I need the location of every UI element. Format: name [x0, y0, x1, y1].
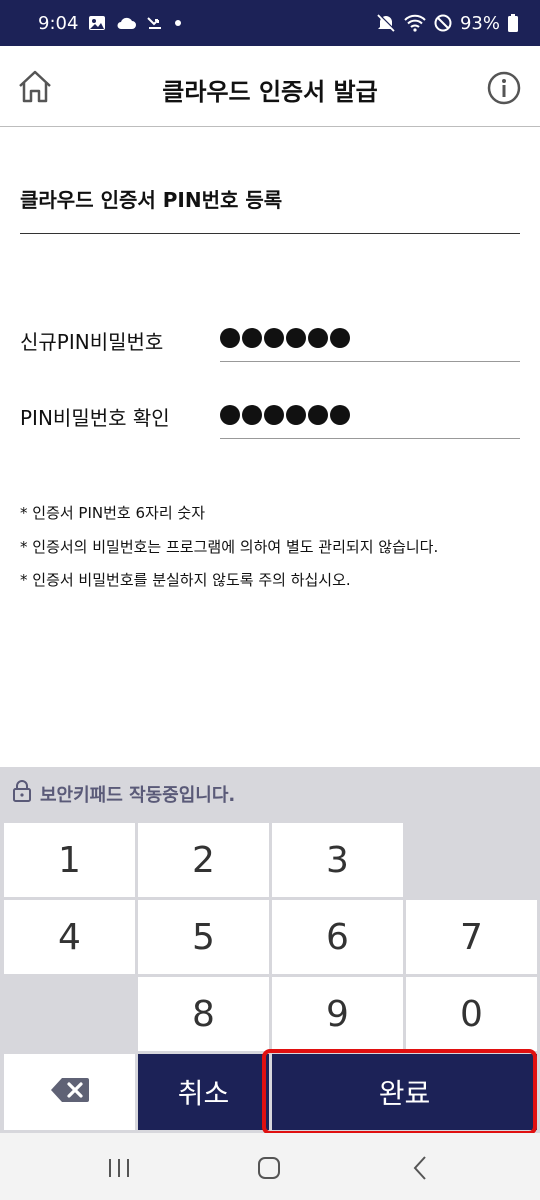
- key-6[interactable]: 6: [272, 900, 403, 974]
- note-item: * 인증서의 비밀번호는 프로그램에 의하여 별도 관리되지 않습니다.: [20, 537, 439, 556]
- confirm-pin-dots: [220, 404, 350, 425]
- pin-dot: [286, 327, 306, 348]
- notes: * 인증서 PIN번호 6자리 숫자 * 인증서의 비밀번호는 프로그램에 의하…: [20, 502, 438, 603]
- note-item: * 인증서 PIN번호 6자리 숫자: [20, 504, 206, 522]
- confirm-pin-label: PIN비밀번호 확인: [20, 406, 170, 430]
- section-divider: [20, 233, 520, 234]
- mute-icon: [376, 13, 396, 33]
- pin-dot: [242, 327, 262, 348]
- lock-icon: [12, 779, 32, 808]
- key-7[interactable]: 7: [406, 900, 537, 974]
- battery-icon: [508, 14, 518, 32]
- backspace-button[interactable]: [4, 1054, 135, 1130]
- cloud-icon: [116, 15, 137, 31]
- pin-dot: [242, 404, 262, 425]
- back-icon[interactable]: [406, 1153, 436, 1183]
- keypad-header-text: 보안키패드 작동중입니다.: [40, 784, 236, 806]
- pin-dot: [330, 404, 350, 425]
- pin-dot: [308, 327, 328, 348]
- new-pin-dots: [220, 327, 350, 348]
- home-nav-icon[interactable]: [254, 1153, 284, 1183]
- key-2[interactable]: 2: [138, 823, 269, 897]
- key-9[interactable]: 9: [272, 977, 403, 1051]
- key-5[interactable]: 5: [138, 900, 269, 974]
- cancel-button[interactable]: 취소: [138, 1054, 269, 1130]
- new-pin-label: 신규PIN비밀번호: [20, 330, 164, 354]
- pin-dot: [286, 404, 306, 425]
- status-bar: 9:04 93%: [0, 0, 540, 46]
- key-1[interactable]: 1: [4, 823, 135, 897]
- pin-dot: [330, 327, 350, 348]
- section-title: 클라우드 인증서 PIN번호 등록: [20, 188, 283, 212]
- key-3[interactable]: 3: [272, 823, 403, 897]
- complete-button[interactable]: 완료: [272, 1054, 537, 1130]
- confirm-pin-field[interactable]: [220, 391, 520, 439]
- battery-percent: 93%: [459, 12, 500, 34]
- page-title: 클라우드 인증서 발급: [162, 78, 378, 106]
- new-pin-field[interactable]: [220, 314, 520, 362]
- wifi-icon: [404, 14, 426, 32]
- pin-dot: [264, 404, 284, 425]
- missed-call-icon: [146, 15, 164, 31]
- pin-dot: [220, 404, 240, 425]
- dot-icon: [174, 19, 182, 27]
- app-header: 클라우드 인증서 발급: [0, 46, 540, 127]
- recent-apps-icon[interactable]: [104, 1153, 134, 1183]
- system-nav-bar: [0, 1133, 540, 1200]
- note-item: * 인증서 비밀번호를 분실하지 않도록 주의 하십시오.: [20, 571, 351, 589]
- key-0[interactable]: 0: [406, 977, 537, 1051]
- image-icon: [88, 14, 106, 32]
- do-not-disturb-icon: [434, 14, 452, 32]
- pin-dot: [264, 327, 284, 348]
- status-time: 9:04: [38, 12, 79, 34]
- backspace-icon: [50, 1072, 90, 1113]
- key-4[interactable]: 4: [4, 900, 135, 974]
- pin-dot: [308, 404, 328, 425]
- key-8[interactable]: 8: [138, 977, 269, 1051]
- info-icon[interactable]: [486, 70, 522, 106]
- keypad-header: 보안키패드 작동중입니다.: [12, 779, 235, 808]
- pin-dot: [220, 327, 240, 348]
